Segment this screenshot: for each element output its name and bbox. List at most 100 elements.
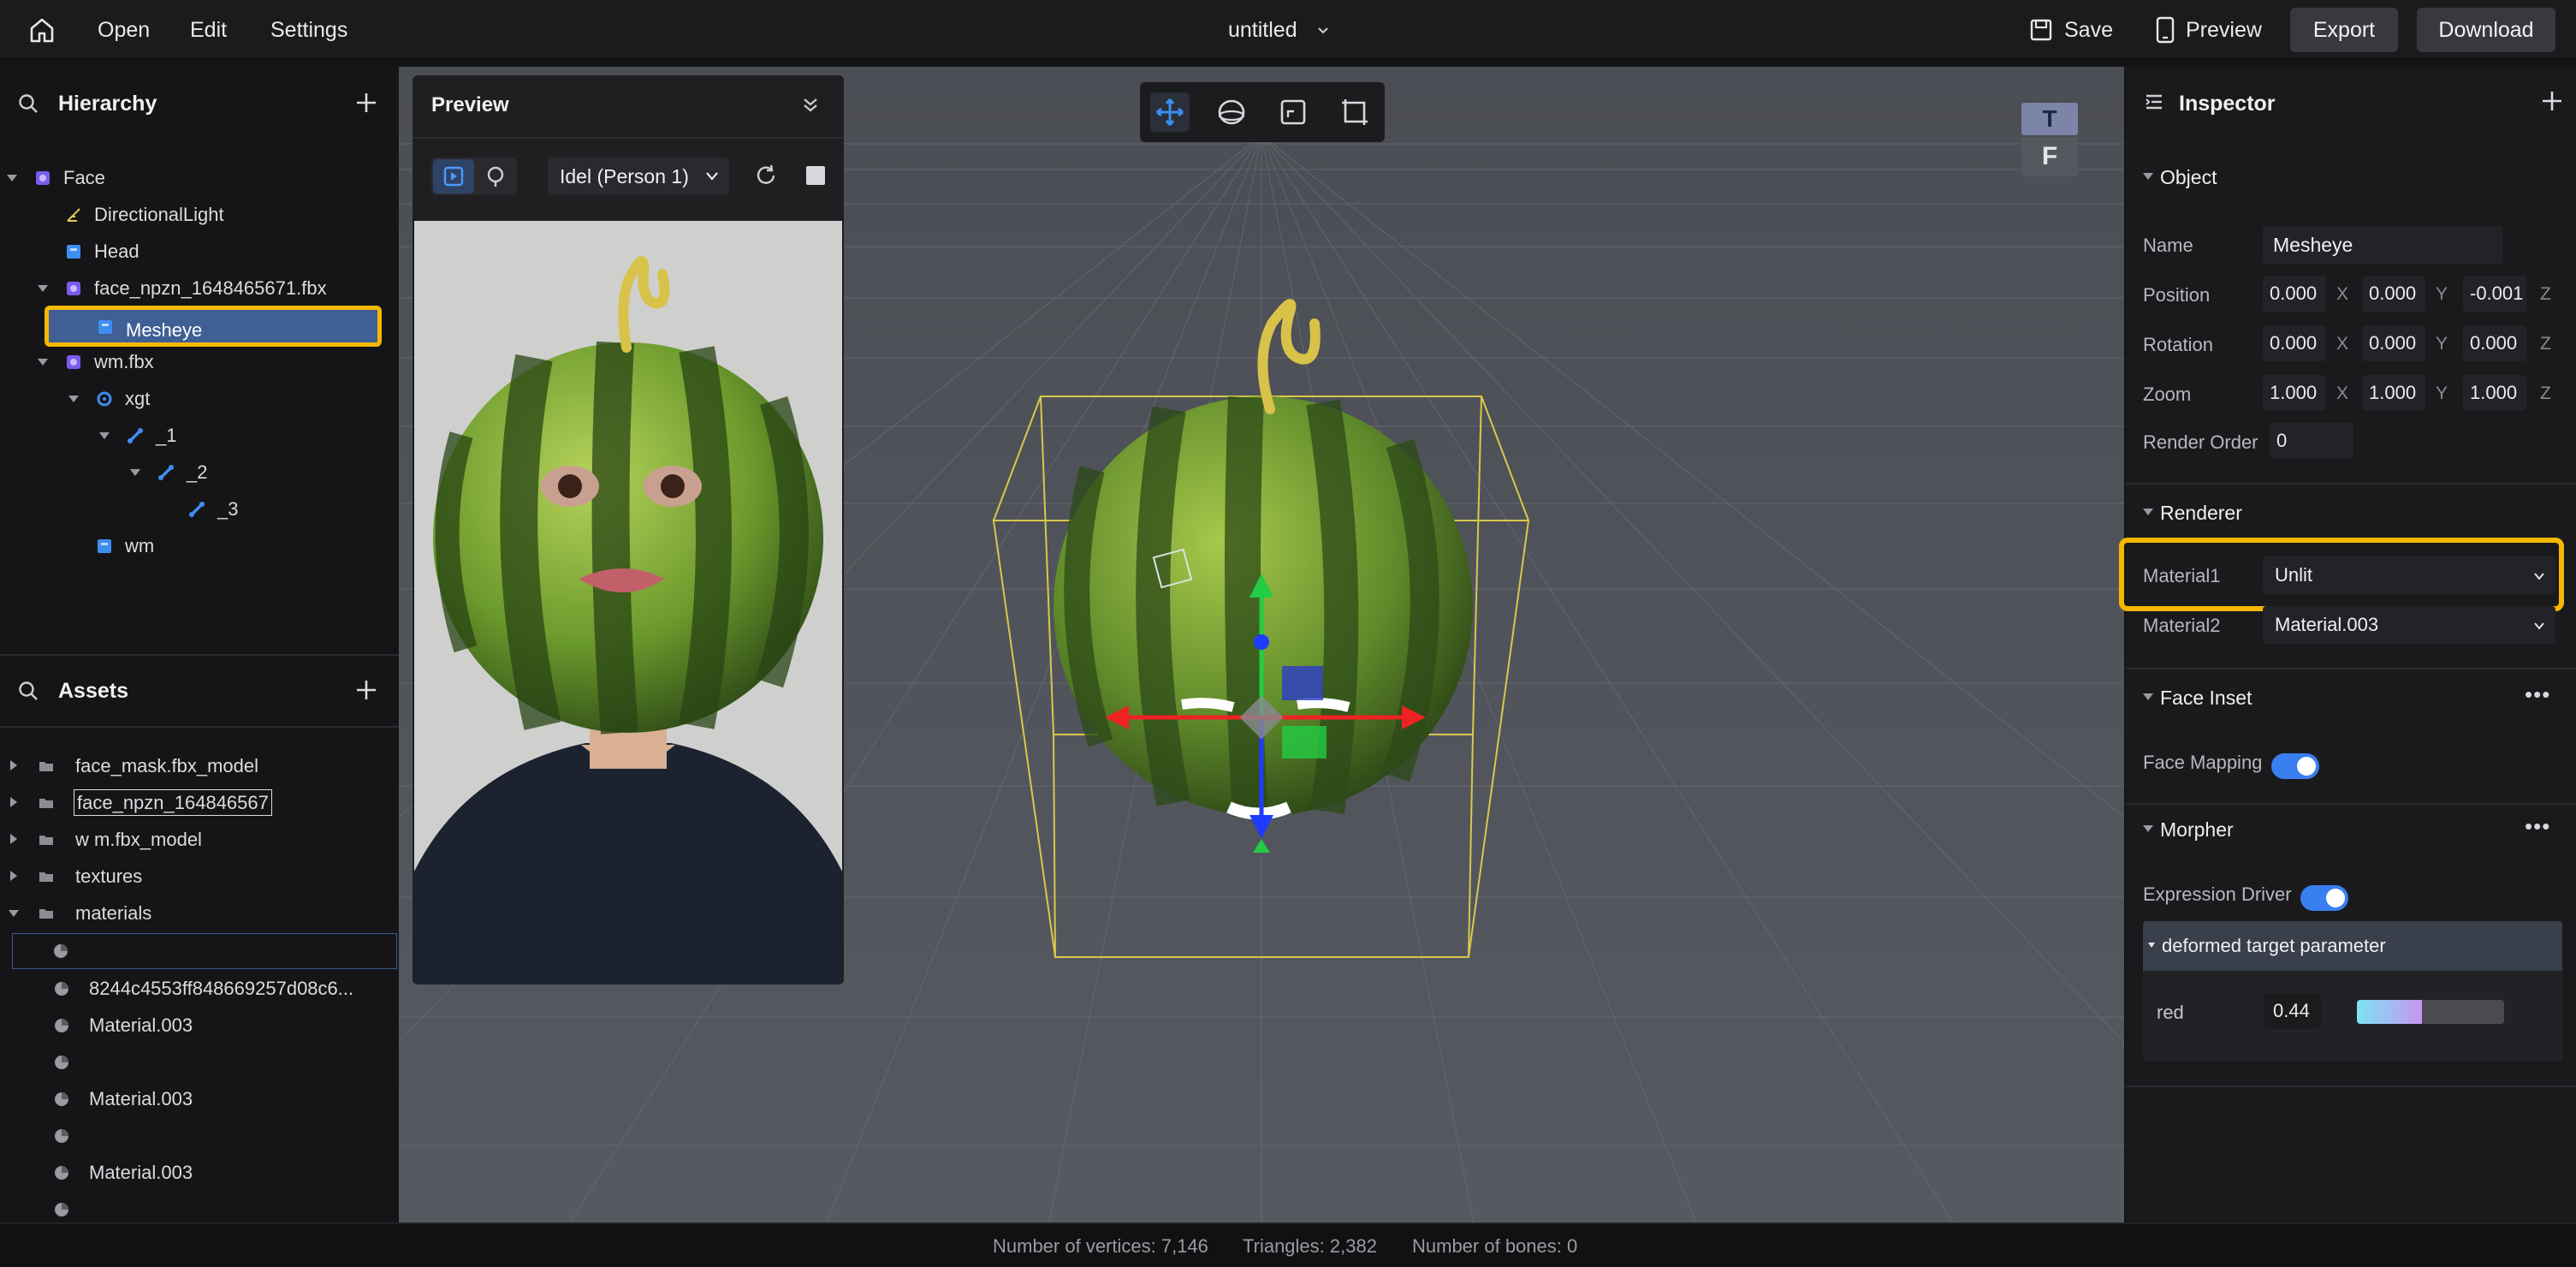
caret-down-icon[interactable]: [2143, 173, 2153, 180]
export-button[interactable]: Export: [2290, 8, 2398, 52]
material-icon: [55, 1019, 68, 1032]
material-icon: [55, 1092, 68, 1106]
add-icon[interactable]: [2540, 89, 2564, 113]
home-icon[interactable]: [27, 15, 56, 45]
preview-button[interactable]: Preview: [2186, 0, 2262, 60]
asset-rename-input[interactable]: face_npzn_164846567: [74, 789, 272, 816]
caret-down-icon[interactable]: [7, 175, 17, 181]
section-divider: [2126, 483, 2576, 485]
move-tool-icon[interactable]: [1150, 92, 1190, 132]
refresh-icon[interactable]: [753, 163, 779, 188]
more-options-icon[interactable]: •••: [2525, 683, 2554, 709]
document-title[interactable]: untitled: [1228, 0, 1297, 60]
caret-down-icon[interactable]: [68, 396, 79, 402]
caret-right-icon[interactable]: [10, 760, 17, 770]
asset-material-003[interactable]: Material.003: [0, 1154, 399, 1191]
chevron-down-icon[interactable]: [1316, 24, 1330, 38]
caret-down-icon[interactable]: [38, 359, 48, 366]
menu-settings[interactable]: Settings: [270, 0, 347, 60]
caret-right-icon[interactable]: [10, 797, 17, 807]
asset-material-003[interactable]: Material.003: [0, 1080, 399, 1117]
asset-folder-face-npzn[interactable]: face_npzn_164846567: [0, 784, 399, 821]
scale-tool-icon[interactable]: [1273, 92, 1313, 132]
asset-material-selected[interactable]: [12, 933, 397, 969]
asset-material-unnamed[interactable]: [0, 1044, 399, 1080]
caret-down-icon[interactable]: [2143, 825, 2153, 832]
caret-right-icon[interactable]: [10, 834, 17, 844]
menu-edit[interactable]: Edit: [190, 0, 227, 60]
hierarchy-item-head[interactable]: Head: [0, 233, 399, 270]
zoom-x-field[interactable]: 1.000: [2263, 375, 2326, 411]
name-input[interactable]: Mesheye: [2263, 226, 2502, 264]
rotation-x-field[interactable]: 0.000: [2263, 325, 2326, 361]
transform-all-tool-icon[interactable]: [1335, 92, 1374, 132]
view-top-icon[interactable]: T: [2021, 103, 2078, 135]
asset-material-unnamed[interactable]: [0, 1191, 399, 1222]
add-icon[interactable]: [354, 91, 378, 115]
stop-icon[interactable]: [806, 166, 825, 185]
param-red-value[interactable]: 0.44: [2264, 993, 2321, 1029]
caret-right-icon[interactable]: [10, 871, 17, 881]
caret-down-icon[interactable]: [2143, 693, 2153, 700]
hierarchy-label: _1: [156, 425, 177, 446]
rotate-tool-icon[interactable]: [1212, 92, 1251, 132]
hierarchy-item-directionallight[interactable]: DirectionalLight: [0, 196, 399, 233]
material-icon: [54, 944, 68, 958]
more-options-icon[interactable]: •••: [2525, 815, 2554, 841]
model-icon: [67, 282, 80, 295]
hierarchy-item-bone-1[interactable]: _1: [0, 417, 399, 454]
param-red-slider[interactable]: [2357, 1000, 2504, 1024]
search-icon[interactable]: [17, 680, 39, 702]
caret-down-icon[interactable]: [2143, 509, 2153, 515]
menu-open[interactable]: Open: [98, 0, 150, 60]
mesh-icon: [98, 320, 112, 334]
caret-down-icon[interactable]: [130, 469, 140, 476]
position-x-field[interactable]: 0.000: [2263, 276, 2326, 312]
save-button[interactable]: Save: [2064, 0, 2113, 60]
face-mode-icon[interactable]: [476, 159, 515, 193]
deformed-target-parameter-group[interactable]: deformed target parameter: [2143, 921, 2562, 971]
face-mapping-toggle[interactable]: [2271, 753, 2319, 779]
add-icon[interactable]: [354, 678, 378, 702]
asset-material-8244[interactable]: 8244c4553ff848669257d08c6...: [0, 970, 399, 1007]
hierarchy-item-face[interactable]: Face: [0, 159, 399, 196]
hierarchy-item-mesheye[interactable]: Mesheye: [45, 306, 382, 347]
hierarchy-item-face-npzn-fbx[interactable]: face_npzn_1648465671.fbx: [0, 270, 399, 306]
save-icon[interactable]: [2028, 17, 2054, 43]
asset-folder-face-mask[interactable]: face_mask.fbx_model: [0, 747, 399, 784]
hierarchy-label: wm: [125, 535, 155, 556]
material1-select[interactable]: Unlit: [2263, 556, 2555, 594]
position-y-field[interactable]: 0.000: [2362, 276, 2425, 312]
assets-title: Assets: [58, 679, 128, 703]
hierarchy-item-bone-3[interactable]: _3: [0, 491, 399, 527]
hierarchy-item-wm-fbx[interactable]: wm.fbx: [0, 343, 399, 380]
caret-down-icon[interactable]: [9, 910, 19, 917]
expression-driver-toggle[interactable]: [2300, 885, 2348, 911]
search-icon[interactable]: [17, 92, 39, 115]
animation-dropdown[interactable]: Idel (Person 1): [548, 158, 729, 195]
asset-material-003[interactable]: Material.003: [0, 1007, 399, 1044]
rotation-z-field[interactable]: 0.000: [2463, 325, 2526, 361]
asset-label: textures: [75, 865, 143, 887]
render-order-field[interactable]: 0: [2270, 423, 2353, 459]
hierarchy-item-bone-2[interactable]: _2: [0, 454, 399, 491]
view-front-icon[interactable]: F: [2021, 137, 2078, 176]
asset-material-unnamed[interactable]: [0, 1117, 399, 1154]
collapse-icon[interactable]: [799, 94, 822, 116]
hierarchy-item-xgt[interactable]: xgt: [0, 380, 399, 417]
zoom-label: Zoom: [2143, 384, 2192, 405]
caret-down-icon[interactable]: [38, 285, 48, 292]
hierarchy-item-wm[interactable]: wm: [0, 527, 399, 564]
asset-folder-wm-model[interactable]: w m.fbx_model: [0, 821, 399, 858]
phone-preview-icon[interactable]: [2155, 16, 2175, 44]
caret-down-icon[interactable]: [99, 432, 110, 439]
zoom-y-field[interactable]: 1.000: [2362, 375, 2425, 411]
rotation-y-field[interactable]: 0.000: [2362, 325, 2425, 361]
zoom-z-field[interactable]: 1.000: [2463, 375, 2526, 411]
asset-folder-textures[interactable]: textures: [0, 858, 399, 895]
asset-folder-materials[interactable]: materials: [0, 895, 399, 931]
play-mode-icon[interactable]: [433, 159, 474, 193]
download-button[interactable]: Download: [2417, 8, 2555, 52]
material2-select[interactable]: Material.003: [2263, 606, 2555, 644]
position-z-field[interactable]: -0.001: [2463, 276, 2526, 312]
